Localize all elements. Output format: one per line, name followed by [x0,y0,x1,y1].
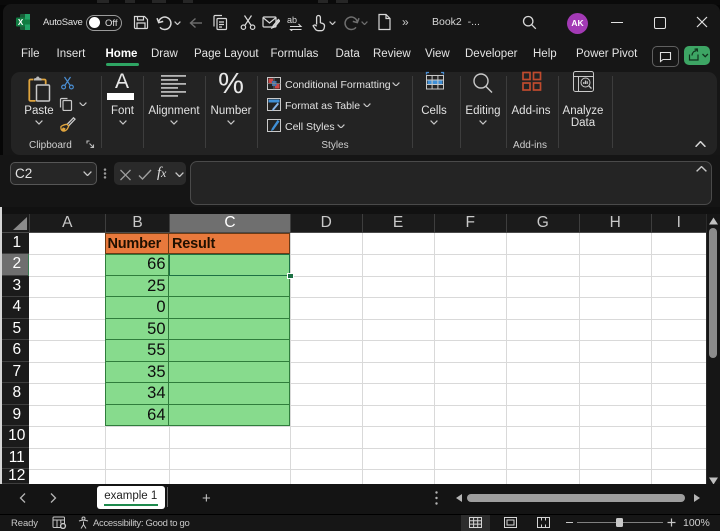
svg-text:X: X [18,18,24,27]
svg-text:ab: ab [287,15,297,25]
